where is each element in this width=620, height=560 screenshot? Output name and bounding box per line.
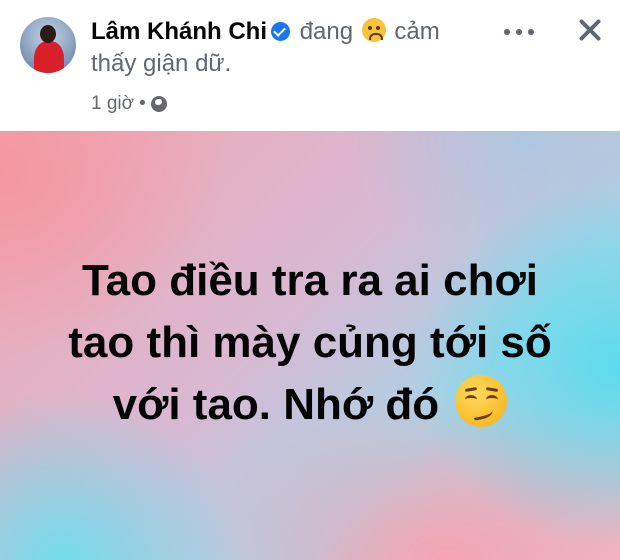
facebook-post: Lâm Khánh Chi đang cảm thấy giận dữ. 1 g… <box>0 0 620 560</box>
emoji-mouth <box>472 406 495 421</box>
smirking-face-icon <box>455 375 508 427</box>
post-timestamp-row: 1 giờ • <box>91 93 491 115</box>
feeling-prefix: đang <box>299 18 354 45</box>
post-text-line: với tao. Nhớ đó <box>112 380 440 429</box>
avatar-figure <box>34 41 64 73</box>
post-text-line: Tao điều tra ra ai chơi <box>82 256 538 305</box>
author-avatar[interactable] <box>20 17 76 73</box>
author-name[interactable]: Lâm Khánh Chi <box>91 18 267 45</box>
close-icon[interactable] <box>576 14 604 46</box>
emoji-eye-left <box>367 26 372 30</box>
post-text: Tao điều tra ra ai chơi tao thì mày củng… <box>30 250 590 436</box>
emoji-eye-right <box>486 395 499 404</box>
post-text-line: tao thì mày củng tới số <box>68 318 552 367</box>
emoji-brow-right <box>486 386 499 393</box>
avatar-head <box>40 25 56 43</box>
author-line: Lâm Khánh Chi đang cảm <box>91 15 491 49</box>
emoji-eye-right <box>375 26 380 30</box>
emoji-mouth <box>368 33 383 40</box>
post-header: Lâm Khánh Chi đang cảm thấy giận dữ. 1 g… <box>0 0 620 131</box>
feeling-suffix: cảm <box>394 18 440 45</box>
verified-badge-icon <box>271 22 291 41</box>
emoji-eye-left <box>465 395 478 404</box>
more-dot <box>504 29 510 35</box>
post-meta: Lâm Khánh Chi đang cảm thấy giận dữ. 1 g… <box>91 15 491 115</box>
angry-face-icon <box>361 18 386 42</box>
post-text-line-last: với tao. Nhớ đó <box>30 374 590 436</box>
meta-separator: • <box>139 93 146 114</box>
more-options-icon[interactable] <box>504 22 534 42</box>
more-dot <box>528 29 534 35</box>
more-dot <box>516 29 522 35</box>
feeling-text-line2: thấy giận dữ. <box>91 50 232 77</box>
post-timestamp[interactable]: 1 giờ <box>91 93 134 115</box>
emoji-brow-left <box>465 386 478 393</box>
globe-icon[interactable] <box>150 96 167 112</box>
